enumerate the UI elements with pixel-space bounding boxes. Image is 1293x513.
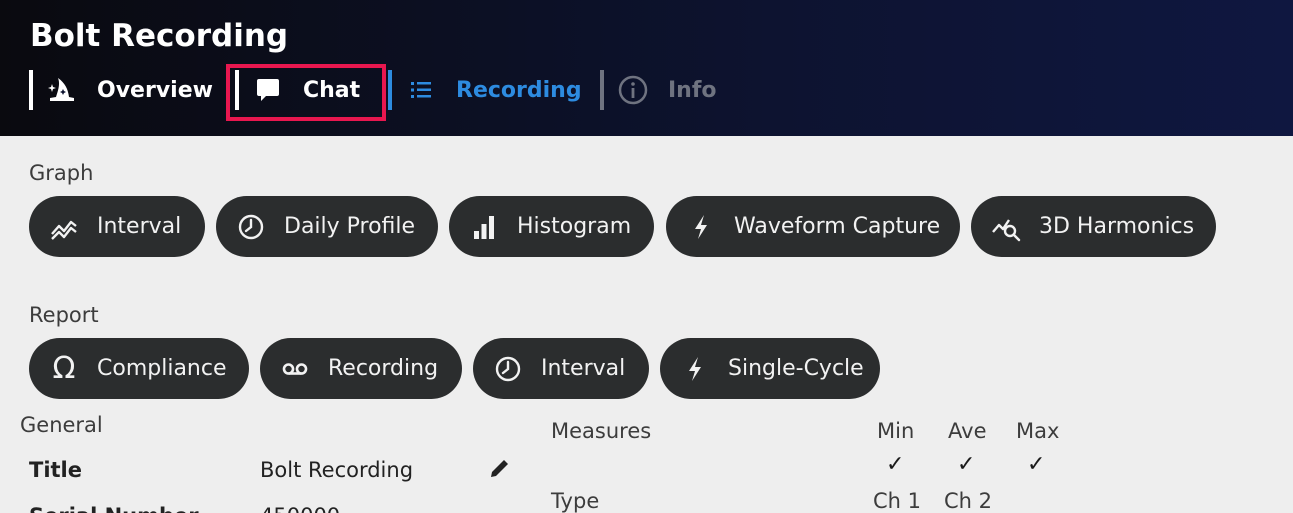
button-label: Interval: [541, 356, 626, 381]
tab-indicator: [600, 70, 604, 110]
clock-icon: [493, 354, 523, 384]
serial-number-label: Serial Number: [29, 504, 199, 513]
report-section-label: Report: [29, 303, 99, 327]
omega-icon: Ω: [52, 351, 76, 386]
button-label: Interval: [97, 214, 182, 239]
info-icon: [618, 75, 648, 105]
button-label: Single-Cycle: [728, 356, 864, 381]
report-compliance-button[interactable]: Ω Compliance: [29, 338, 249, 399]
tab-label: Recording: [456, 77, 582, 103]
graph-interval-button[interactable]: Interval: [29, 196, 205, 257]
button-label: 3D Harmonics: [1039, 214, 1195, 239]
app-header: Bolt Recording Overview Chat Recording I…: [0, 0, 1293, 136]
channel-1-label: Ch 1: [873, 489, 922, 513]
measure-col-max: Max: [1016, 419, 1060, 443]
graph-waveform-capture-button[interactable]: Waveform Capture: [666, 196, 960, 257]
button-label: Histogram: [517, 214, 632, 239]
measure-col-ave: Ave: [948, 419, 987, 443]
edit-pencil-icon[interactable]: [488, 456, 512, 485]
wizard-hat-icon: [47, 75, 77, 105]
clock-icon: [236, 212, 266, 242]
lightning-icon: [686, 212, 716, 242]
graph-histogram-button[interactable]: Histogram: [449, 196, 654, 257]
general-section-label: General: [20, 413, 103, 437]
serial-number-value: 450000: [260, 504, 340, 513]
lightning-icon: [680, 354, 710, 384]
chat-highlight-box: [226, 64, 386, 121]
report-interval-button[interactable]: Interval: [473, 338, 649, 399]
ave-checkmark-icon[interactable]: ✓: [957, 452, 975, 477]
voicemail-icon: [280, 354, 310, 384]
measures-label: Measures: [551, 419, 652, 443]
channel-2-label: Ch 2: [944, 489, 993, 513]
chart-search-icon: [991, 212, 1021, 242]
tab-info[interactable]: Info: [600, 70, 717, 110]
button-label: Waveform Capture: [734, 214, 941, 239]
app-title: Bolt Recording: [30, 18, 289, 54]
button-label: Recording: [328, 356, 439, 381]
list-icon: [406, 75, 436, 105]
type-label: Type: [551, 489, 600, 513]
tab-label: Info: [668, 77, 717, 103]
report-single-cycle-button[interactable]: Single-Cycle: [660, 338, 880, 399]
tab-indicator: [29, 70, 33, 110]
graph-3d-harmonics-button[interactable]: 3D Harmonics: [971, 196, 1216, 257]
tab-indicator: [388, 70, 392, 110]
tab-label: Overview: [97, 77, 213, 103]
measure-col-min: Min: [877, 419, 915, 443]
graph-section-label: Graph: [29, 161, 94, 185]
tab-overview[interactable]: Overview: [29, 70, 213, 110]
button-label: Daily Profile: [284, 214, 416, 239]
tab-recording[interactable]: Recording: [388, 70, 582, 110]
max-checkmark-icon[interactable]: ✓: [1027, 452, 1045, 477]
report-recording-button[interactable]: Recording: [260, 338, 462, 399]
title-field-value: Bolt Recording: [260, 458, 414, 482]
trend-lines-icon: [49, 212, 79, 242]
button-label: Compliance: [97, 356, 227, 381]
bar-chart-icon: [469, 212, 499, 242]
title-field-label: Title: [29, 458, 83, 482]
min-checkmark-icon[interactable]: ✓: [886, 452, 904, 477]
graph-daily-profile-button[interactable]: Daily Profile: [216, 196, 438, 257]
